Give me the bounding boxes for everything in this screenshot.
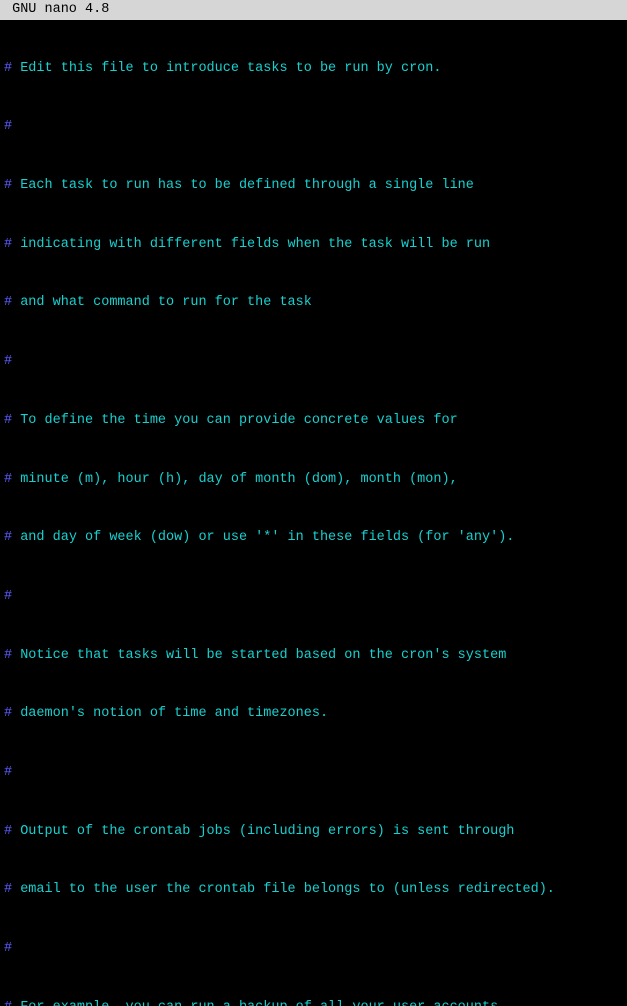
hash-mark: # — [4, 413, 12, 428]
hash-mark: # — [4, 1000, 12, 1006]
comment-text: Notice that tasks will be started based … — [12, 648, 506, 663]
comment-line: # To define the time you can provide con… — [4, 411, 623, 431]
comment-text: indicating with different fields when th… — [12, 237, 490, 252]
hash-mark: # — [4, 178, 12, 193]
hash-mark: # — [4, 882, 12, 897]
comment-line: # Output of the crontab jobs (including … — [4, 822, 623, 842]
nano-title-bar: GNU nano 4.8 — [0, 0, 627, 20]
hash-mark: # — [4, 61, 12, 76]
comment-line: # email to the user the crontab file bel… — [4, 880, 623, 900]
hash-mark: # — [4, 237, 12, 252]
hash-mark: # — [4, 765, 12, 780]
comment-line: # daemon's notion of time and timezones. — [4, 704, 623, 724]
hash-mark: # — [4, 295, 12, 310]
comment-line: # Edit this file to introduce tasks to b… — [4, 59, 623, 79]
hash-mark: # — [4, 472, 12, 487]
hash-mark: # — [4, 824, 12, 839]
comment-text: and day of week (dow) or use '*' in thes… — [12, 530, 514, 545]
hash-mark: # — [4, 354, 12, 369]
editor-content[interactable]: # Edit this file to introduce tasks to b… — [0, 20, 627, 1006]
comment-line: # — [4, 117, 623, 137]
hash-mark: # — [4, 589, 12, 604]
comment-text: daemon's notion of time and timezones. — [12, 706, 328, 721]
comment-text: Output of the crontab jobs (including er… — [12, 824, 514, 839]
comment-line: # minute (m), hour (h), day of month (do… — [4, 470, 623, 490]
comment-line: # and day of week (dow) or use '*' in th… — [4, 528, 623, 548]
comment-line: # — [4, 763, 623, 783]
comment-line: # and what command to run for the task — [4, 293, 623, 313]
comment-text: minute (m), hour (h), day of month (dom)… — [12, 472, 458, 487]
comment-line: # Notice that tasks will be started base… — [4, 646, 623, 666]
comment-line: # indicating with different fields when … — [4, 235, 623, 255]
comment-text: Each task to run has to be defined throu… — [12, 178, 474, 193]
comment-text: and what command to run for the task — [12, 295, 312, 310]
comment-line: # — [4, 587, 623, 607]
hash-mark: # — [4, 648, 12, 663]
hash-mark: # — [4, 530, 12, 545]
comment-line: # — [4, 352, 623, 372]
hash-mark: # — [4, 706, 12, 721]
comment-text: To define the time you can provide concr… — [12, 413, 458, 428]
comment-text: For example, you can run a backup of all… — [12, 1000, 498, 1006]
hash-mark: # — [4, 941, 12, 956]
comment-text: email to the user the crontab file belon… — [12, 882, 555, 897]
comment-line: # — [4, 939, 623, 959]
comment-line: # For example, you can run a backup of a… — [4, 998, 623, 1006]
comment-line: # Each task to run has to be defined thr… — [4, 176, 623, 196]
hash-mark: # — [4, 119, 12, 134]
comment-text: Edit this file to introduce tasks to be … — [12, 61, 441, 76]
